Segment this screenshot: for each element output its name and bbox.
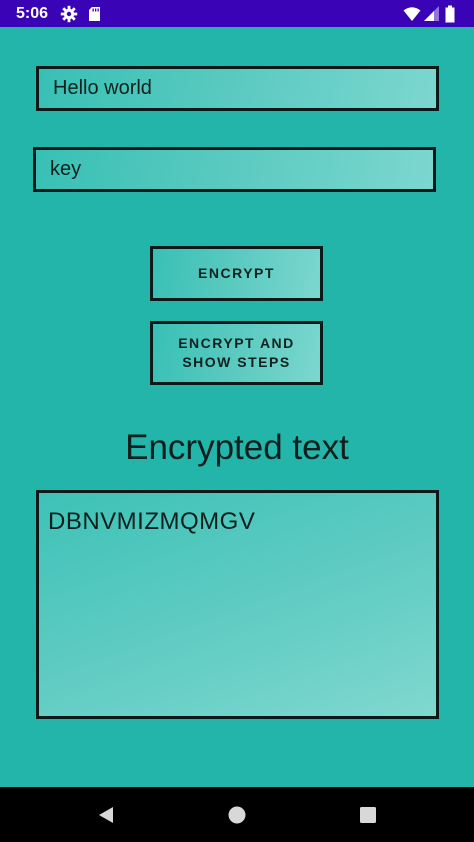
encrypted-text-value: DBNVMIZMQMGV (48, 508, 256, 535)
encrypt-steps-label-line1: ENCRYPT AND (178, 335, 295, 351)
sd-card-icon (86, 5, 104, 23)
encrypt-button-label: ENCRYPT (198, 265, 275, 281)
status-bar: 5:06 (0, 0, 474, 27)
encrypt-and-show-steps-button[interactable]: ENCRYPT AND SHOW STEPS (150, 321, 323, 385)
wifi-icon (403, 5, 421, 23)
recents-icon[interactable] (357, 804, 379, 826)
encrypt-button[interactable]: ENCRYPT (150, 246, 323, 301)
battery-icon (444, 5, 456, 23)
gear-icon (60, 5, 78, 23)
back-icon[interactable] (95, 804, 117, 826)
encrypted-text-output[interactable]: DBNVMIZMQMGV (36, 490, 439, 719)
encrypted-text-heading: Encrypted text (125, 428, 349, 467)
home-icon[interactable] (226, 804, 248, 826)
navigation-bar (0, 787, 474, 842)
plaintext-value: Hello world (53, 77, 152, 99)
status-time: 5:06 (16, 5, 49, 22)
key-value: key (50, 158, 82, 180)
plaintext-input[interactable]: Hello world (36, 66, 439, 111)
key-input[interactable]: key (33, 147, 436, 192)
cellular-signal-icon (423, 5, 441, 23)
encrypt-steps-label-line2: SHOW STEPS (182, 354, 291, 370)
